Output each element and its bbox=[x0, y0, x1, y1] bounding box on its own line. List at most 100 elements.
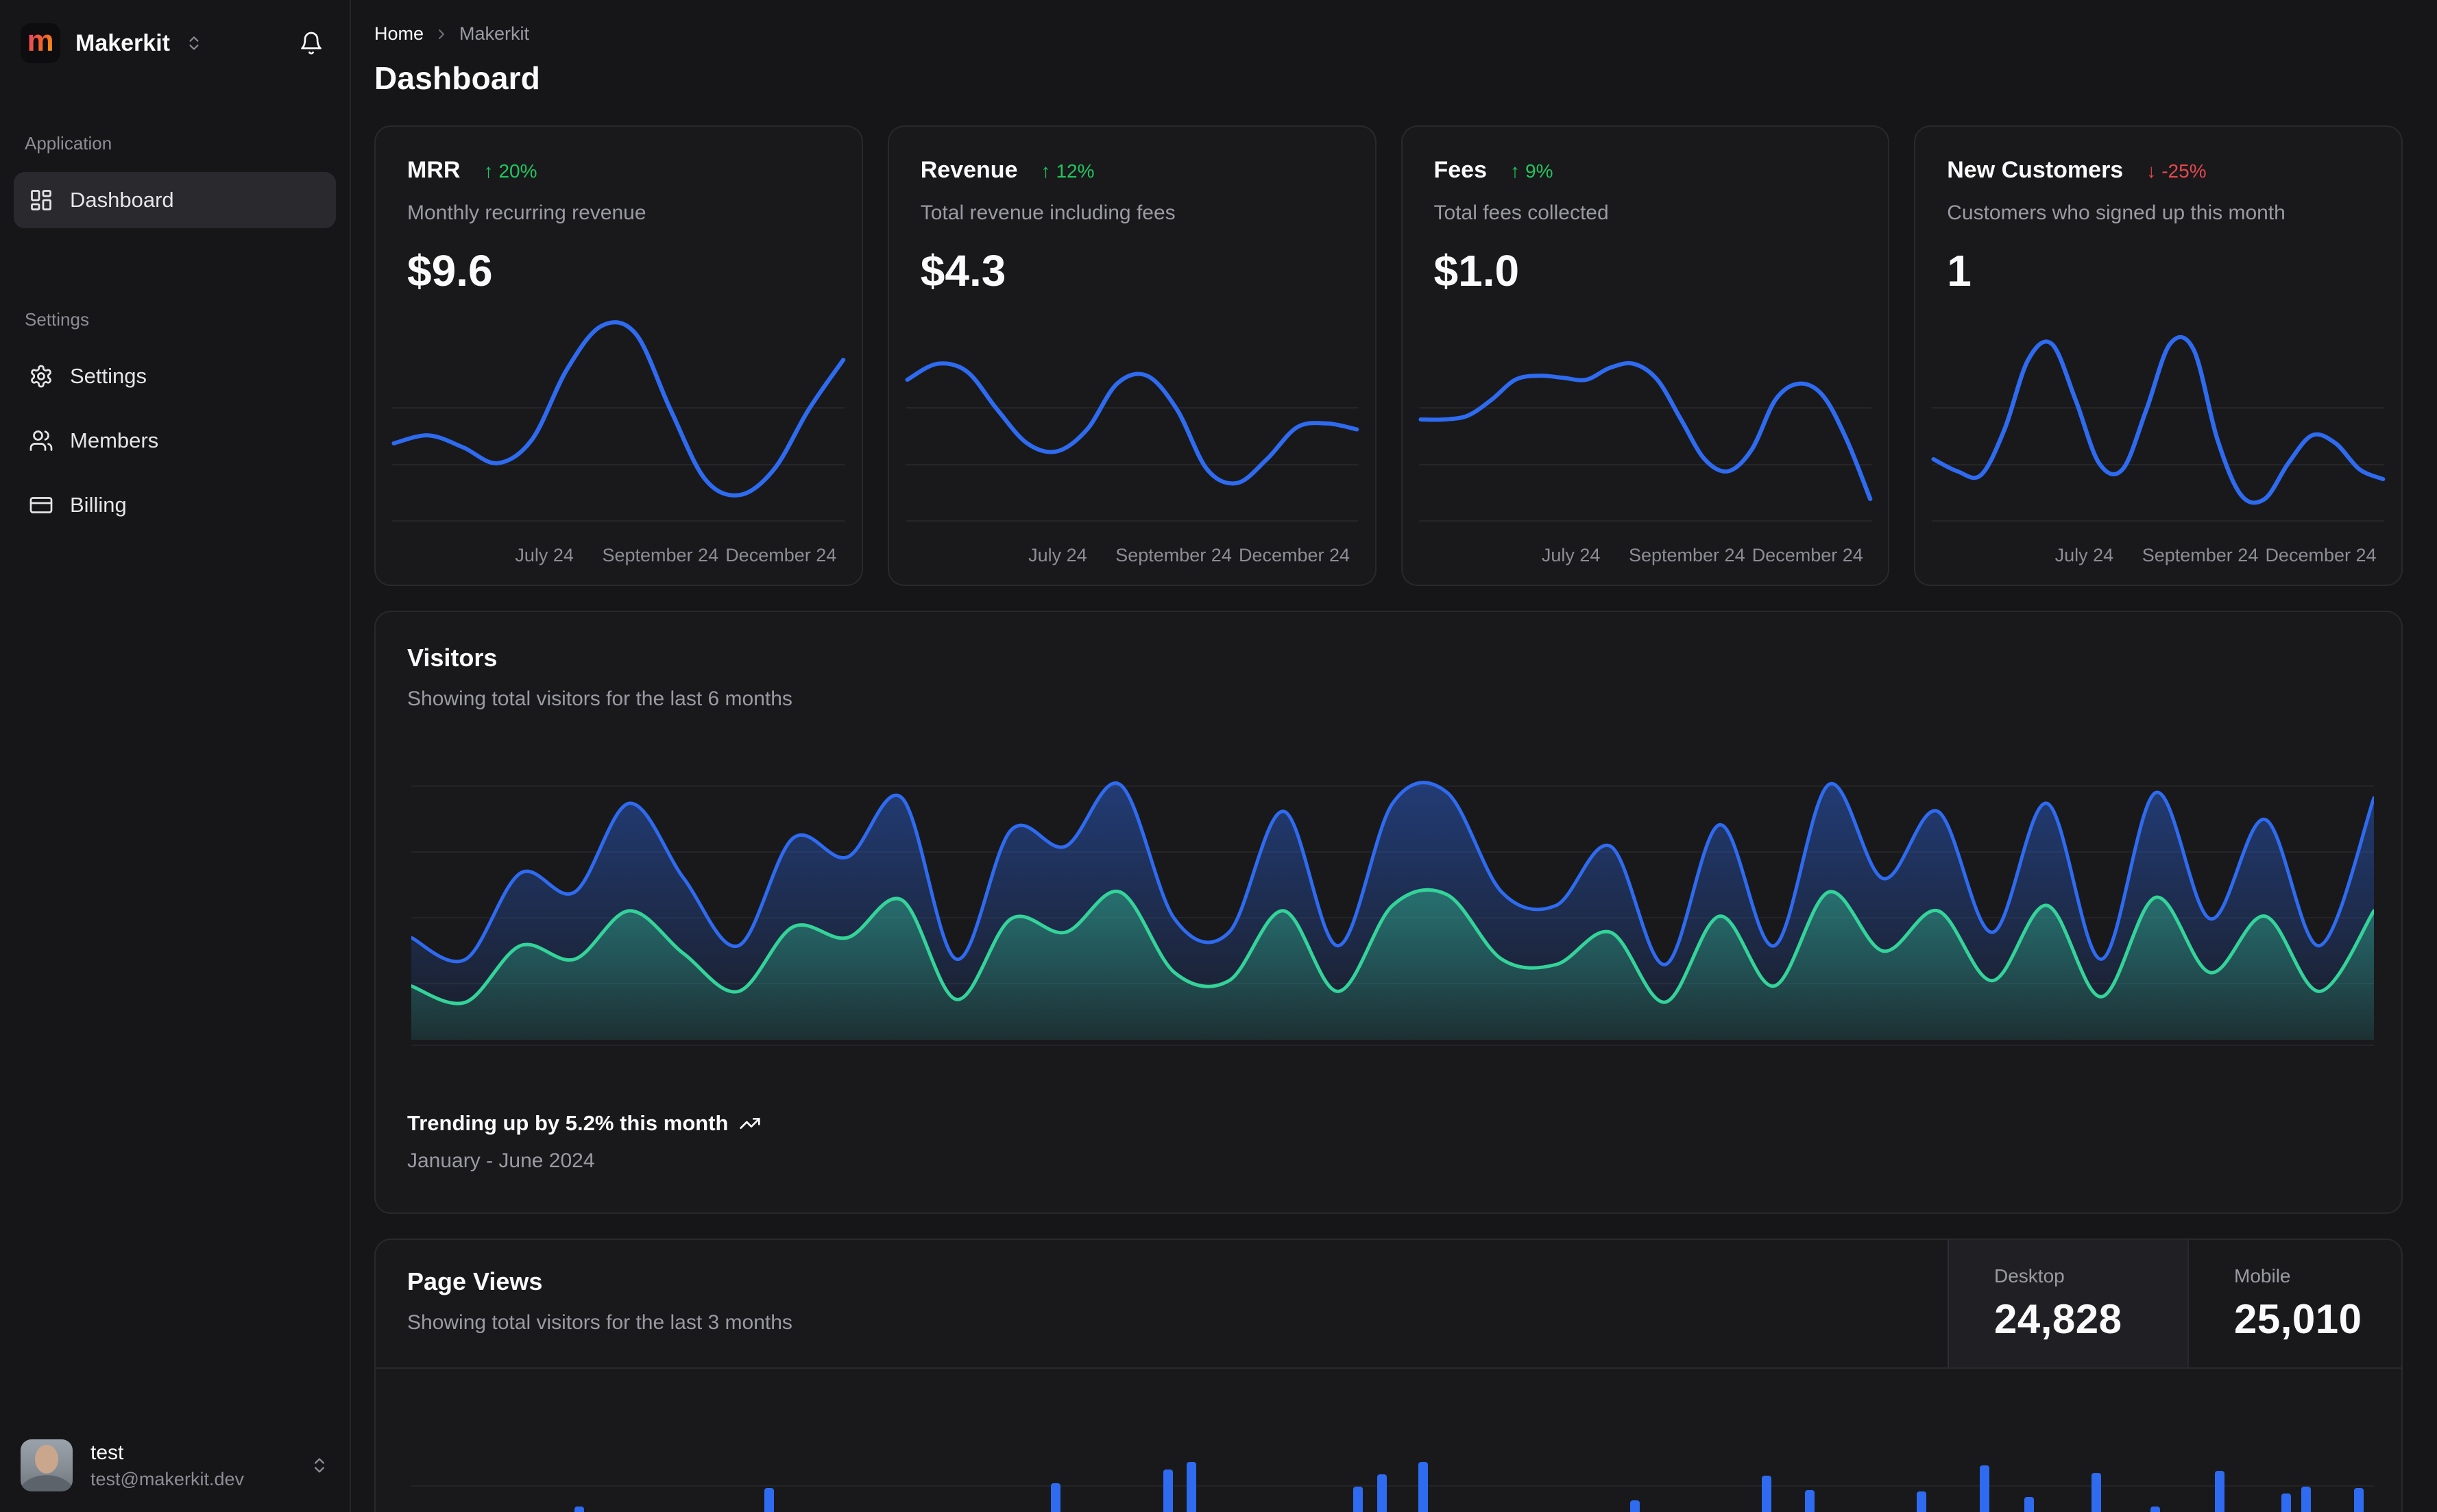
stat-value: 1 bbox=[1947, 246, 1972, 295]
page-views-bar bbox=[764, 1488, 775, 1512]
arrow-down-icon: ↓ bbox=[2146, 160, 2157, 182]
trend-badge: ↑ 9% bbox=[1510, 160, 1553, 182]
stat-cards-row: MRR ↑ 20% Monthly recurring revenue $9.6 … bbox=[374, 125, 2403, 586]
visitors-card: Visitors Showing total visitors for the … bbox=[374, 611, 2403, 1214]
revenue-sparkline-chart bbox=[905, 361, 1359, 522]
stat-title: New Customers bbox=[1947, 157, 2124, 183]
users-icon bbox=[29, 428, 53, 453]
x-axis-labels: July 24 September 24 December 24 bbox=[1541, 545, 1863, 565]
sidebar-item-settings[interactable]: Settings bbox=[14, 348, 336, 404]
trend-badge: ↓ -25% bbox=[2146, 160, 2207, 182]
desktop-value: 24,828 bbox=[1994, 1295, 2122, 1342]
mobile-value: 25,010 bbox=[2234, 1295, 2362, 1342]
stat-description: Total fees collected bbox=[1433, 202, 1609, 224]
stat-card-fees: Fees ↑ 9% Total fees collected $1.0 July … bbox=[1401, 125, 1890, 586]
main-content: Home Makerkit Dashboard MRR ↑ 20% Monthly… bbox=[351, 0, 2437, 1512]
x-axis-labels: July 24 September 24 December 24 bbox=[2054, 545, 2377, 565]
page-views-description: Showing total visitors for the last 3 mo… bbox=[407, 1311, 792, 1334]
page-views-card: Page Views Showing total visitors for th… bbox=[374, 1239, 2403, 1512]
sidebar-item-label: Dashboard bbox=[70, 188, 174, 212]
gear-icon bbox=[29, 364, 53, 389]
chevrons-up-down-icon bbox=[185, 34, 203, 52]
stat-description: Customers who signed up this month bbox=[1947, 202, 2286, 224]
desktop-toggle[interactable]: Desktop 24,828 bbox=[1948, 1240, 2187, 1367]
arrow-up-icon: ↑ bbox=[1041, 160, 1051, 182]
page-views-bar bbox=[2091, 1473, 2101, 1512]
sidebar-item-label: Members bbox=[70, 428, 159, 452]
stat-description: Monthly recurring revenue bbox=[407, 202, 646, 224]
arrow-up-icon: ↑ bbox=[1510, 160, 1520, 182]
sidebar-item-billing[interactable]: Billing bbox=[14, 477, 336, 533]
fees-sparkline-chart bbox=[1418, 361, 1872, 522]
stat-description: Total revenue including fees bbox=[920, 202, 1176, 224]
page-views-bar bbox=[2301, 1487, 2312, 1512]
workspace-selector[interactable]: m Makerkit bbox=[14, 19, 336, 67]
page-views-title: Page Views bbox=[407, 1267, 543, 1295]
page-views-bar bbox=[1804, 1490, 1815, 1512]
visitors-area-chart bbox=[411, 781, 2374, 1046]
page-views-bar bbox=[1353, 1487, 1363, 1512]
mobile-label: Mobile bbox=[2234, 1265, 2291, 1287]
page-views-bar bbox=[1163, 1470, 1173, 1512]
page-views-bar bbox=[1761, 1476, 1771, 1512]
stat-value: $4.3 bbox=[920, 246, 1006, 295]
stat-card-new-customers: New Customers ↓ -25% Customers who signed… bbox=[1914, 125, 2403, 586]
section-label-settings: Settings bbox=[25, 309, 89, 330]
trend-badge: ↑ 20% bbox=[483, 160, 537, 182]
visitors-description: Showing total visitors for the last 6 mo… bbox=[407, 687, 792, 710]
sidebar-nav: Application Dashboard Settings Settings … bbox=[14, 133, 336, 533]
user-menu[interactable]: test test@makerkit.dev bbox=[14, 1435, 336, 1496]
chevrons-up-down-icon bbox=[310, 1456, 329, 1475]
breadcrumb-current: Makerkit bbox=[459, 23, 530, 44]
stat-value: $1.0 bbox=[1433, 246, 1520, 295]
visitors-title: Visitors bbox=[407, 644, 498, 672]
dashboard-icon bbox=[29, 188, 53, 212]
mobile-toggle[interactable]: Mobile 25,010 bbox=[2187, 1240, 2401, 1367]
sidebar-item-label: Settings bbox=[70, 364, 147, 388]
page-views-bar bbox=[2281, 1493, 2292, 1512]
x-axis-labels: July 24 September 24 December 24 bbox=[515, 545, 837, 565]
page-views-bar bbox=[1377, 1474, 1387, 1512]
stat-value: $9.6 bbox=[407, 246, 493, 295]
stat-title: Revenue bbox=[920, 157, 1018, 183]
notifications-bell-icon[interactable] bbox=[293, 25, 329, 61]
page-views-bar bbox=[2354, 1488, 2364, 1512]
page-title: Dashboard bbox=[374, 60, 541, 96]
page-views-bar bbox=[2215, 1471, 2225, 1512]
breadcrumb-home-link[interactable]: Home bbox=[374, 23, 424, 45]
page-views-bar bbox=[1916, 1491, 1926, 1512]
workspace-name: Makerkit bbox=[75, 29, 170, 56]
breadcrumb: Home Makerkit bbox=[374, 23, 2403, 45]
date-range: January - June 2024 bbox=[407, 1149, 595, 1172]
page-views-bar bbox=[574, 1507, 584, 1512]
gridline bbox=[411, 1485, 2374, 1487]
stat-card-mrr: MRR ↑ 20% Monthly recurring revenue $9.6 … bbox=[374, 125, 863, 586]
stat-title: Fees bbox=[1433, 157, 1488, 183]
credit-card-icon bbox=[29, 493, 53, 517]
x-axis-labels: July 24 September 24 December 24 bbox=[1028, 545, 1350, 565]
page-views-bar bbox=[1418, 1462, 1428, 1512]
sidebar-item-members[interactable]: Members bbox=[14, 413, 336, 469]
page-views-bar bbox=[2024, 1497, 2035, 1512]
sidebar-item-label: Billing bbox=[70, 493, 127, 517]
trend-text: Trending up by 5.2% this month bbox=[407, 1111, 729, 1135]
section-label-application: Application bbox=[25, 133, 112, 154]
stat-card-revenue: Revenue ↑ 12% Total revenue including fee… bbox=[887, 125, 1377, 586]
user-email: test@makerkit.dev bbox=[90, 1468, 244, 1489]
arrow-up-icon: ↑ bbox=[483, 160, 494, 182]
page-views-bar bbox=[2150, 1507, 2160, 1512]
page-views-bar bbox=[1629, 1500, 1640, 1512]
sidebar: m Makerkit Application Dashboard Setting… bbox=[0, 0, 351, 1512]
mrr-sparkline-chart bbox=[391, 320, 846, 522]
sidebar-item-dashboard[interactable]: Dashboard bbox=[14, 172, 336, 228]
user-name: test bbox=[90, 1441, 124, 1464]
desktop-label: Desktop bbox=[1994, 1265, 2065, 1287]
page-views-bar bbox=[1186, 1462, 1196, 1512]
page-views-bar bbox=[1979, 1465, 1989, 1512]
new-customers-sparkline-chart bbox=[1931, 335, 2386, 522]
trending-up-icon bbox=[739, 1112, 761, 1134]
chevron-right-icon bbox=[433, 26, 450, 42]
makerkit-logo: m bbox=[21, 23, 60, 63]
stat-title: MRR bbox=[407, 157, 461, 183]
avatar bbox=[21, 1439, 73, 1491]
